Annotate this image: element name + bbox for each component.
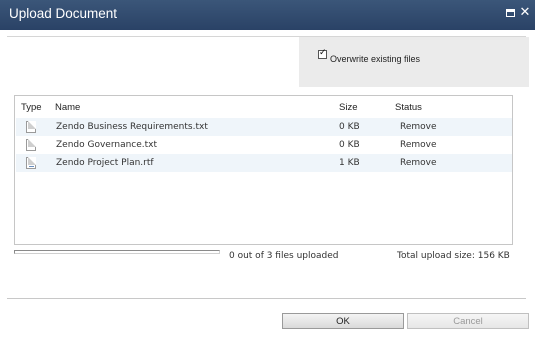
table-row: Zendo Project Plan.rtf 1 KB Remove	[16, 154, 512, 172]
column-header-name: Name	[55, 102, 81, 113]
column-header-size: Size	[339, 102, 358, 113]
total-upload-size: Total upload size: 156 KB	[397, 251, 510, 261]
dialog-title: Upload Document	[9, 6, 118, 21]
bottom-divider	[7, 298, 526, 299]
table-row: Zendo Governance.txt 0 KB Remove	[16, 136, 512, 154]
upload-progress-text: 0 out of 3 files uploaded	[229, 251, 339, 261]
table-row: Zendo Business Requirements.txt 0 KB Rem…	[16, 118, 512, 136]
text-file-icon	[26, 121, 36, 133]
text-file-icon	[26, 139, 36, 151]
file-name: Zendo Governance.txt	[56, 140, 158, 150]
column-header-type: Type	[21, 102, 42, 113]
column-header-status: Status	[395, 102, 422, 113]
overwrite-checkbox[interactable]: ✓	[318, 47, 327, 59]
cancel-button[interactable]: Cancel	[407, 313, 529, 329]
file-size: 0 KB	[339, 122, 360, 132]
overwrite-option[interactable]: ✓ Overwrite existing files	[318, 47, 421, 64]
maximize-icon[interactable]	[504, 7, 516, 19]
remove-link[interactable]: Remove	[400, 122, 437, 132]
dialog-titlebar: Upload Document ✕	[0, 0, 535, 30]
checkmark-icon: ✓	[319, 47, 327, 57]
rtf-file-icon	[26, 157, 36, 169]
ok-button[interactable]: OK	[282, 313, 404, 329]
file-size: 0 KB	[339, 140, 360, 150]
upload-progress-bar	[14, 250, 220, 254]
close-icon[interactable]: ✕	[519, 6, 531, 19]
remove-link[interactable]: Remove	[400, 140, 437, 150]
remove-link[interactable]: Remove	[400, 158, 437, 168]
options-panel: ✓ Overwrite existing files	[299, 37, 529, 87]
file-name: Zendo Project Plan.rtf	[56, 158, 154, 168]
file-size: 1 KB	[339, 158, 360, 168]
file-name: Zendo Business Requirements.txt	[56, 122, 208, 132]
overwrite-label: Overwrite existing files	[330, 54, 421, 64]
file-list: Type Name Size Status Zendo Business Req…	[14, 95, 513, 245]
